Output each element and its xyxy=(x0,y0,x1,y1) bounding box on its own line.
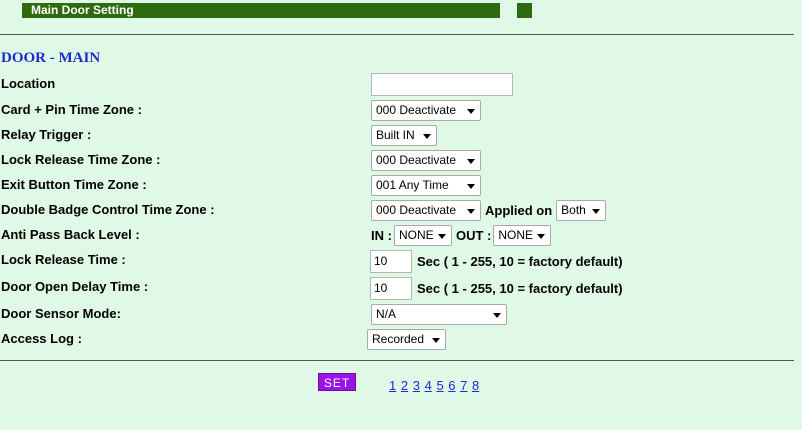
relay-trigger-select[interactable]: Built IN xyxy=(371,124,437,146)
page-link-4[interactable]: 4 xyxy=(425,378,432,393)
relay-trigger-value: Built IN xyxy=(376,127,415,142)
card-pin-select[interactable]: 000 Deactivate xyxy=(371,99,481,121)
lock-release-tz-label: Lock Release Time Zone : xyxy=(1,152,161,167)
applied-on-value: Both xyxy=(561,202,586,217)
door-open-delay-label: Door Open Delay Time : xyxy=(1,279,149,294)
row-location: Location xyxy=(0,72,800,96)
set-button[interactable]: SET xyxy=(318,373,356,391)
header-title: Main Door Setting xyxy=(22,3,500,18)
pagination: 1 2 3 4 5 6 7 8 xyxy=(389,378,480,393)
access-log-value: Recorded xyxy=(372,331,425,346)
page-link-7[interactable]: 7 xyxy=(460,378,467,393)
double-badge-label: Double Badge Control Time Zone : xyxy=(1,202,215,217)
applied-on-label: Applied on xyxy=(485,202,553,218)
apb-out-value: NONE xyxy=(498,227,534,242)
chevron-down-icon xyxy=(467,158,475,164)
page-link-3[interactable]: 3 xyxy=(413,378,420,393)
door-sensor-mode-select[interactable]: N/A xyxy=(371,303,507,325)
top-divider xyxy=(0,34,794,35)
location-input[interactable] xyxy=(371,72,513,96)
apb-in-label: IN : xyxy=(371,227,392,243)
card-pin-value: 000 Deactivate xyxy=(376,102,457,117)
door-sensor-mode-value: N/A xyxy=(376,306,397,321)
row-access-log: Access Log : Recorded xyxy=(0,327,800,351)
chevron-down-icon xyxy=(467,108,475,114)
lock-release-time-label: Lock Release Time : xyxy=(1,252,126,267)
row-lock-release-time: Lock Release Time : 10 Sec ( 1 - 255, 10… xyxy=(0,248,800,274)
exit-button-tz-label: Exit Button Time Zone : xyxy=(1,177,147,192)
chevron-down-icon xyxy=(493,312,501,318)
access-log-label: Access Log : xyxy=(1,331,82,346)
row-exit-button-tz: Exit Button Time Zone : 001 Any Time xyxy=(0,173,800,197)
page-link-8[interactable]: 8 xyxy=(472,378,479,393)
apb-in-select[interactable]: NONE xyxy=(393,224,452,246)
lock-release-time-hint: Sec ( 1 - 255, 10 = factory default) xyxy=(417,253,623,269)
apb-out-select[interactable]: NONE xyxy=(493,224,552,246)
double-badge-value: 000 Deactivate xyxy=(376,202,457,217)
double-badge-select[interactable]: 000 Deactivate xyxy=(371,199,481,221)
access-log-select[interactable]: Recorded xyxy=(367,328,446,350)
page-link-2[interactable]: 2 xyxy=(401,378,408,393)
chevron-down-icon xyxy=(432,337,440,343)
bottom-divider xyxy=(0,360,794,361)
apb-in-value: NONE xyxy=(398,227,434,242)
page-link-6[interactable]: 6 xyxy=(448,378,455,393)
anti-pass-back-label: Anti Pass Back Level : xyxy=(1,227,140,242)
header-block xyxy=(517,3,532,18)
applied-on-select[interactable]: Both xyxy=(556,199,607,221)
lock-release-tz-select[interactable]: 000 Deactivate xyxy=(371,149,481,171)
chevron-down-icon xyxy=(467,208,475,214)
chevron-down-icon xyxy=(423,133,431,139)
chevron-down-icon xyxy=(467,183,475,189)
exit-button-tz-select[interactable]: 001 Any Time xyxy=(371,174,481,196)
chevron-down-icon xyxy=(537,233,546,239)
location-label: Location xyxy=(1,76,56,91)
chevron-down-icon xyxy=(592,208,601,214)
row-door-sensor-mode: Door Sensor Mode: N/A xyxy=(0,302,800,326)
row-double-badge: Double Badge Control Time Zone : 000 Dea… xyxy=(0,198,800,222)
door-open-delay-hint: Sec ( 1 - 255, 10 = factory default) xyxy=(417,280,623,296)
lock-release-tz-value: 000 Deactivate xyxy=(376,152,457,167)
row-relay-trigger: Relay Trigger : Built IN xyxy=(0,123,800,147)
page-link-1[interactable]: 1 xyxy=(389,378,396,393)
chevron-down-icon xyxy=(437,233,446,239)
door-sensor-mode-label: Door Sensor Mode: xyxy=(1,306,121,321)
apb-out-label: OUT : xyxy=(455,227,492,243)
row-lock-release-tz: Lock Release Time Zone : 000 Deactivate xyxy=(0,148,800,172)
section-title: DOOR - MAIN xyxy=(1,50,101,66)
card-pin-label: Card + Pin Time Zone : xyxy=(1,102,142,117)
lock-release-time-input[interactable]: 10 xyxy=(370,249,412,273)
page-link-5[interactable]: 5 xyxy=(436,378,443,393)
relay-trigger-label: Relay Trigger : xyxy=(1,127,92,142)
row-door-open-delay: Door Open Delay Time : 10 Sec ( 1 - 255,… xyxy=(0,275,800,301)
row-anti-pass-back: Anti Pass Back Level : IN : NONE OUT : N… xyxy=(0,223,800,247)
door-open-delay-input[interactable]: 10 xyxy=(370,276,412,300)
row-card-pin: Card + Pin Time Zone : 000 Deactivate xyxy=(0,98,800,122)
exit-button-tz-value: 001 Any Time xyxy=(376,177,449,192)
